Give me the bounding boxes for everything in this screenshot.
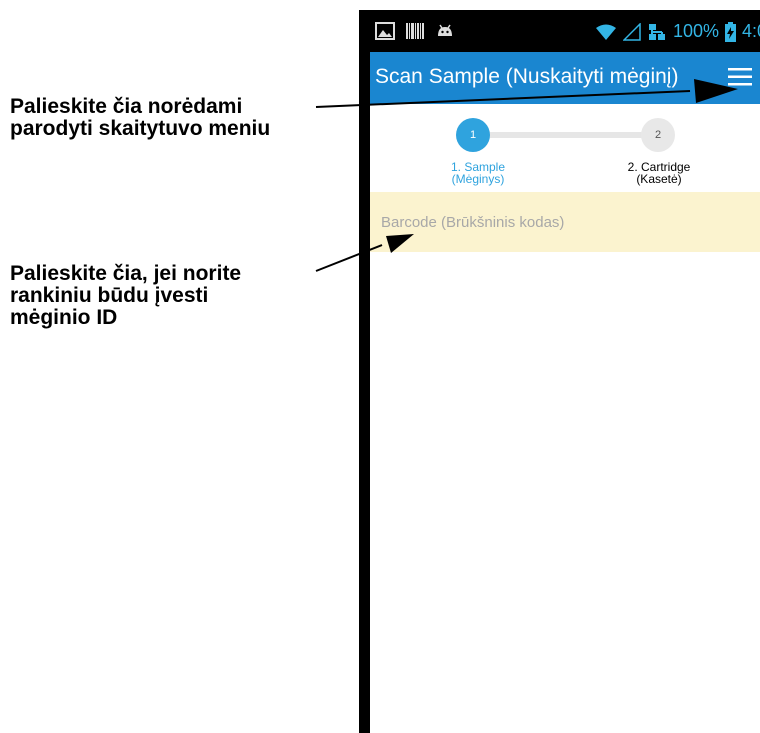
- step-2-circle[interactable]: 2: [641, 118, 675, 152]
- callout-menu-line-1: Palieskite čia norėdami: [10, 95, 243, 118]
- step-2-label-lt: (Kasetė): [636, 172, 682, 186]
- scanner-menu-button[interactable]: [725, 62, 755, 92]
- app-bar: Scan Sample (Nuskaityti mėginį): [359, 52, 760, 104]
- callout-barcode-instruction: Palieskite čia, jei norite rankiniu būdu…: [10, 263, 241, 329]
- phone-frame-border: [359, 10, 370, 733]
- wifi-icon: [596, 24, 616, 40]
- status-time: 4:03: [742, 21, 760, 41]
- step-1-label: 1. Sample (Mėginys): [418, 161, 538, 185]
- status-bar: 100% 4:03: [359, 10, 760, 52]
- signal-icon: [623, 22, 641, 41]
- callout-barcode-line-3: mėginio ID: [10, 306, 118, 329]
- hamburger-menu-icon[interactable]: [725, 62, 755, 92]
- callout-barcode-line-1: Palieskite čia, jei norite: [10, 262, 242, 285]
- step-1-circle[interactable]: 1: [456, 118, 490, 152]
- battery-percent: 100%: [673, 21, 720, 41]
- content-area: [370, 252, 760, 733]
- phone-screen: 100% 4:03 Scan Sample (Nuskaityti mėginį…: [359, 10, 760, 733]
- page-title: Scan Sample (Nuskaityti mėginį): [375, 65, 679, 88]
- progress-stepper: 1 2 1. Sample (Mėginys) 2. Cartridge (Ka…: [359, 104, 760, 202]
- battery-charging-icon: [725, 21, 737, 42]
- image-icon: [375, 22, 395, 40]
- barcode-input[interactable]: Barcode (Brūkšninis kodas): [370, 192, 760, 252]
- network-icon: [649, 23, 665, 40]
- step-2-label: 2. Cartridge (Kasetė): [599, 161, 719, 185]
- stepper-connector: [474, 132, 659, 138]
- barcode-placeholder: Barcode (Brūkšninis kodas): [381, 214, 565, 231]
- callout-barcode-line-2: rankiniu būdu įvesti: [10, 284, 209, 307]
- barcode-icon: [406, 23, 424, 39]
- step-1-label-lt: (Mėginys): [451, 172, 505, 186]
- android-icon: [438, 24, 452, 36]
- callout-menu-line-2: parodyti skaitytuvo meniu: [10, 117, 271, 140]
- callout-menu-instruction: Palieskite čia norėdami parodyti skaityt…: [10, 96, 270, 140]
